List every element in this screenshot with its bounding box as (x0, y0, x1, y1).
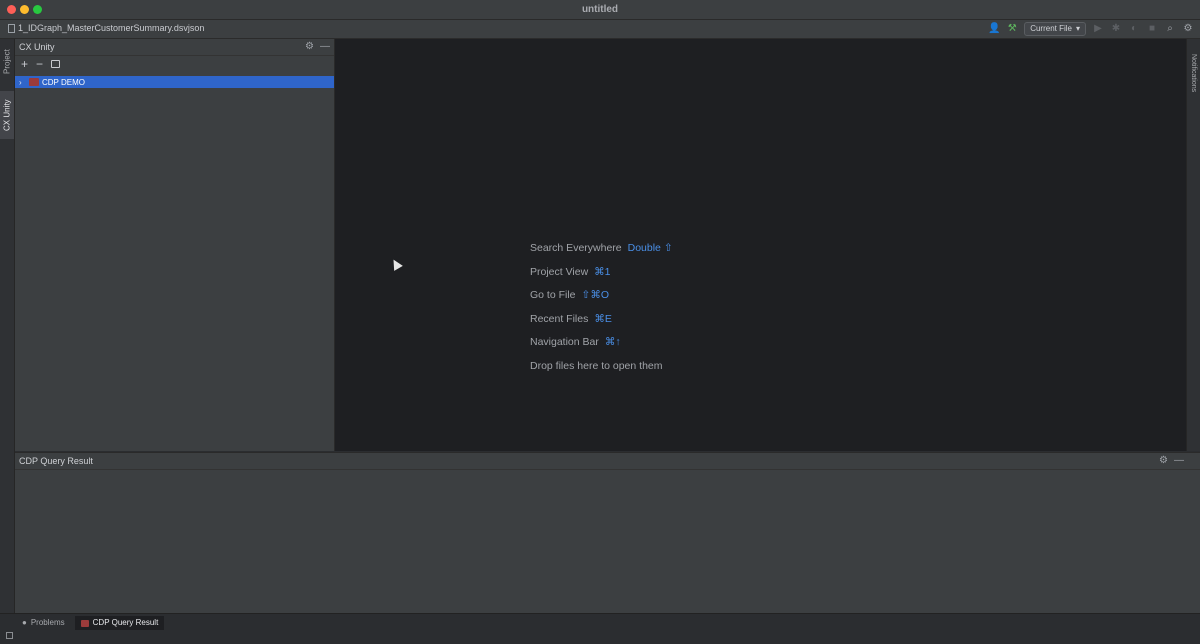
cx-unity-title: CX Unity (19, 42, 55, 52)
database-icon (80, 619, 89, 627)
right-tool-strip: Notifications (1186, 39, 1200, 451)
tree-item-label: CDP DEMO (42, 77, 85, 87)
hint-label: Project View (530, 265, 589, 278)
layout-icon[interactable] (6, 632, 13, 639)
cx-unity-panel: CX Unity ⚙ — + − › CDP DEMO (15, 39, 335, 451)
hint-label: Drop files here to open them (530, 359, 663, 372)
build-icon[interactable]: ⚒ (1006, 23, 1018, 35)
run-icon[interactable]: ▶ (1092, 23, 1104, 35)
hint-shortcut: ⇧⌘O (581, 289, 609, 301)
chevron-down-icon: ▾ (1075, 24, 1080, 33)
minimize-icon[interactable]: — (320, 41, 330, 52)
chevron-right-icon[interactable]: › (19, 78, 29, 87)
tab-notifications-label: Notifications (1190, 53, 1197, 93)
cx-unity-actions: + − (15, 56, 334, 72)
tab-cdp-query-result[interactable]: CDP Query Result (74, 616, 165, 630)
remove-icon[interactable]: − (36, 57, 43, 71)
hint-label: Navigation Bar (530, 336, 599, 348)
tab-cx-unity-label: CX Unity (2, 99, 12, 131)
stop-icon[interactable]: ■ (1146, 23, 1158, 35)
file-path: 1_IDGraph_MasterCustomerSummary.dsvjson (18, 23, 205, 33)
hint-row: Navigation Bar ⌘↑ (530, 336, 673, 360)
cdp-query-result-panel: CDP Query Result ⚙ — (15, 452, 1200, 614)
hint-row: Drop files here to open them (530, 360, 673, 384)
hint-row: Recent Files ⌘E (530, 313, 673, 337)
gear-icon[interactable]: ⚙ (1159, 455, 1168, 466)
run-config-dropdown[interactable]: Current File ▾ (1024, 22, 1086, 36)
title-bar: untitled (0, 0, 1200, 20)
cx-unity-header: CX Unity ⚙ — (15, 39, 334, 56)
run-config-label: Current File (1030, 24, 1072, 33)
hint-row: Project View ⌘1 (530, 266, 673, 290)
hint-shortcut: ⌘E (594, 312, 612, 325)
tab-cx-unity[interactable]: CX Unity (0, 91, 14, 139)
main-toolbar: 1_IDGraph_MasterCustomerSummary.dsvjson … (0, 20, 1200, 39)
add-icon[interactable]: + (21, 57, 28, 71)
problems-icon: ● (22, 618, 27, 627)
window-icon[interactable] (51, 60, 61, 68)
left-tool-strip: Project CX Unity (0, 39, 15, 613)
hint-label: Search Everywhere (530, 242, 622, 254)
cdp-query-result-title: CDP Query Result (19, 456, 93, 466)
database-icon (29, 78, 39, 86)
tab-project[interactable]: Project (0, 43, 14, 81)
file-icon (8, 23, 15, 33)
user-icon[interactable]: 👤 (988, 23, 1000, 35)
hint-row: Go to File ⇧⌘O (530, 289, 673, 313)
cdp-query-result-header: CDP Query Result ⚙ — (15, 453, 1200, 470)
tab-project-label: Project (2, 49, 12, 75)
gear-icon[interactable]: ⚙ (305, 41, 314, 52)
empty-editor-hints: Search Everywhere Double ⇧ Project View … (530, 242, 673, 383)
editor-area[interactable]: Search Everywhere Double ⇧ Project View … (335, 39, 1187, 451)
file-breadcrumb[interactable]: 1_IDGraph_MasterCustomerSummary.dsvjson (8, 23, 204, 33)
mouse-cursor-icon (389, 257, 403, 271)
status-bar: ● Problems CDP Query Result (0, 613, 1200, 644)
search-icon[interactable]: ⌕ (1164, 23, 1176, 35)
minimize-icon[interactable]: — (1174, 455, 1184, 466)
tab-cdp-query-result-label: CDP Query Result (92, 618, 159, 627)
debug-icon[interactable]: ✱ (1110, 23, 1122, 35)
tab-problems-label: Problems (30, 618, 65, 627)
tab-notifications[interactable]: Notifications (1187, 43, 1200, 103)
hint-label: Go to File (530, 289, 576, 301)
hint-label: Recent Files (530, 312, 589, 325)
window-title: untitled (581, 4, 619, 15)
hint-shortcut: ⌘1 (594, 265, 611, 278)
coverage-icon[interactable]: ◐ (1128, 23, 1140, 35)
hint-row: Search Everywhere Double ⇧ (530, 242, 673, 266)
hint-shortcut: ⌘↑ (604, 336, 621, 348)
hint-shortcut: Double ⇧ (627, 242, 673, 254)
bottom-tool-tabs: ● Problems CDP Query Result (16, 616, 165, 630)
tab-problems[interactable]: ● Problems (16, 616, 71, 630)
tree-item-cdp-demo[interactable]: › CDP DEMO (15, 76, 334, 88)
gear-icon[interactable]: ⚙ (1182, 23, 1194, 35)
